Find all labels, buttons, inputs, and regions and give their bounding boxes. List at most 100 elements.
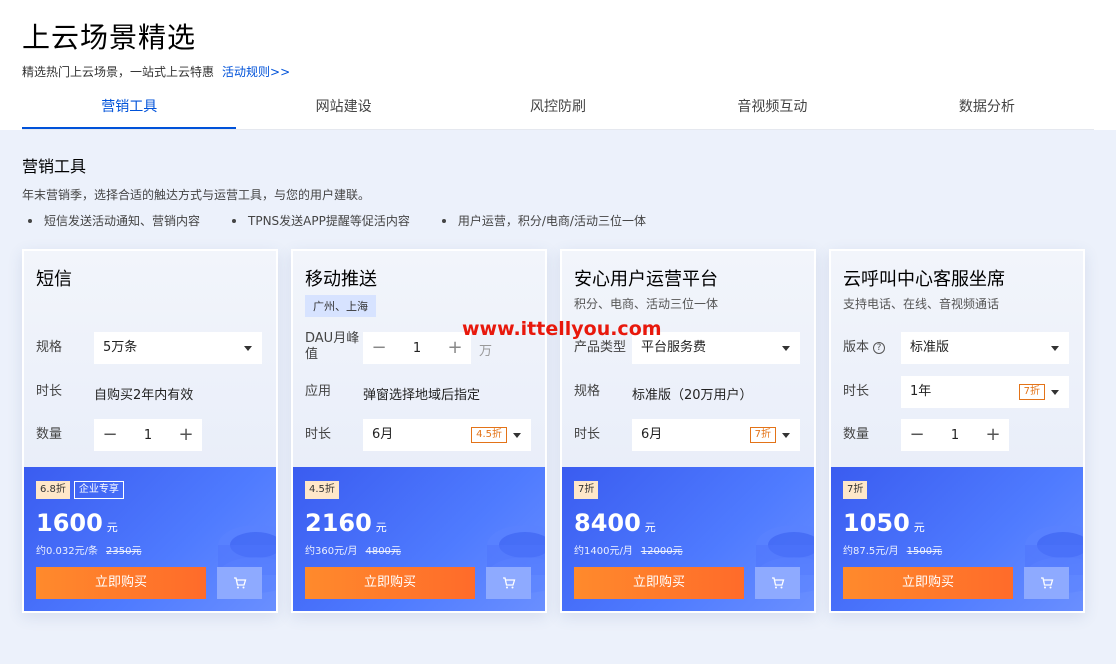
dau-label: DAU月峰值 — [305, 331, 360, 362]
card-subtitle: 支持电话、在线、音视频通话 — [843, 297, 1000, 311]
tab-marketing-tools[interactable]: 营销工具 — [22, 92, 237, 129]
discount-badge: 6.8折 — [36, 481, 70, 499]
spec-select-value: 5万条 — [103, 340, 138, 355]
enterprise-badge: 企业专享 — [73, 481, 124, 499]
per-price: 约360元/月 — [305, 546, 358, 557]
watermark-text: www.ittellyou.com — [462, 318, 662, 340]
tab-data-analysis[interactable]: 数据分析 — [880, 92, 1094, 129]
card-title: 云呼叫中心客服坐席 — [843, 269, 1005, 290]
header-area: 上云场景精选 精选热门上云场景，一站式上云特惠 活动规则>> 营销工具 网站建设 … — [0, 0, 1116, 130]
unit-price: 约0.032元/条 2350元 — [36, 542, 141, 557]
app-label: 应用 — [305, 384, 332, 399]
duration-label: 时长 — [574, 427, 601, 442]
duration-select-value: 1年 — [910, 384, 932, 399]
bullet-item: 短信发送活动通知、营销内容 — [22, 212, 200, 229]
price-value: 2160 — [305, 509, 372, 537]
bullet-item: 用户运营，积分/电商/活动三位一体 — [436, 212, 646, 229]
add-to-cart-button[interactable] — [486, 567, 531, 599]
buy-now-button[interactable]: 立即购买 — [305, 567, 475, 599]
duration-select[interactable]: 6月 4.5折 — [363, 419, 531, 451]
chevron-down-icon — [782, 346, 790, 351]
chevron-down-icon — [1051, 346, 1059, 351]
quantity-value[interactable]: 1 — [126, 428, 170, 443]
dau-value[interactable]: 1 — [395, 341, 439, 356]
product-card-user-ops: 安心用户运营平台 积分、电商、活动三位一体 产品类型 平台服务费 规格 标准版（… — [560, 249, 816, 613]
card-price-panel: 7折 1050 元 约87.5元/月 1500元 立即购买 — [831, 467, 1083, 611]
cart-icon — [502, 577, 515, 589]
unit-price: 约360元/月 4800元 — [305, 542, 401, 557]
price: 1600 元 — [36, 509, 118, 537]
tab-audio-video[interactable]: 音视频互动 — [665, 92, 879, 129]
original-price: 2350元 — [106, 546, 142, 557]
duration-label: 时长 — [843, 384, 870, 399]
price-value: 8400 — [574, 509, 641, 537]
scene-tabs: 营销工具 网站建设 风控防刷 音视频互动 数据分析 — [22, 92, 1094, 130]
price-unit: 元 — [644, 521, 656, 534]
card-title: 移动推送 — [305, 269, 377, 290]
price: 2160 元 — [305, 509, 387, 537]
buy-now-button[interactable]: 立即购买 — [843, 567, 1013, 599]
dau-unit: 万 — [479, 344, 493, 359]
price-unit: 元 — [913, 521, 925, 534]
spec-select[interactable]: 5万条 — [94, 332, 262, 364]
version-select[interactable]: 标准版 — [901, 332, 1069, 364]
quantity-value[interactable]: 1 — [933, 428, 977, 443]
minus-button[interactable]: − — [901, 419, 933, 451]
original-price: 12000元 — [640, 546, 683, 557]
product-card-call-center: 云呼叫中心客服坐席 支持电话、在线、音视频通话 版本? 标准版 时长 1年 7折… — [829, 249, 1085, 613]
duration-label: 时长 — [305, 427, 332, 442]
chevron-down-icon — [1051, 390, 1059, 395]
card-price-panel: 7折 8400 元 约1400元/月 12000元 立即购买 — [562, 467, 814, 611]
card-config: 短信 规格 5万条 时长 自购买2年内有效 数量 − 1 + — [24, 251, 276, 467]
unit-price: 约87.5元/月 1500元 — [843, 542, 942, 557]
plus-button[interactable]: + — [977, 419, 1009, 451]
page-subtitle: 精选热门上云场景，一站式上云特惠 活动规则>> — [22, 63, 290, 80]
duration-select-value: 6月 — [372, 427, 394, 442]
card-subtitle: 积分、电商、活动三位一体 — [574, 297, 719, 311]
duration-discount-tag: 7折 — [1018, 384, 1045, 400]
chevron-down-icon — [782, 433, 790, 438]
discount-badge: 7折 — [574, 481, 599, 499]
quantity-stepper: − 1 + — [94, 419, 202, 451]
duration-discount-tag: 4.5折 — [471, 427, 507, 443]
quantity-label: 数量 — [843, 427, 870, 442]
product-card-sms: 短信 规格 5万条 时长 自购买2年内有效 数量 − 1 + 6.8折 企业专享… — [22, 249, 278, 613]
duration-select[interactable]: 6月 7折 — [632, 419, 800, 451]
badge-row: 7折 — [574, 481, 599, 499]
buy-now-button[interactable]: 立即购买 — [36, 567, 206, 599]
duration-select[interactable]: 1年 7折 — [901, 376, 1069, 408]
tab-risk-control[interactable]: 风控防刷 — [451, 92, 665, 129]
price: 1050 元 — [843, 509, 925, 537]
tab-website-building[interactable]: 网站建设 — [236, 92, 450, 129]
minus-button[interactable]: − — [94, 419, 126, 451]
help-icon[interactable]: ? — [873, 342, 886, 354]
badge-row: 4.5折 — [305, 481, 339, 499]
cart-icon — [1040, 577, 1053, 589]
add-to-cart-button[interactable] — [755, 567, 800, 599]
price-value: 1050 — [843, 509, 910, 537]
version-label-text: 版本 — [843, 340, 870, 355]
quantity-label: 数量 — [36, 427, 63, 442]
duration-discount-tag: 7折 — [749, 427, 776, 443]
activity-rules-link[interactable]: 活动规则>> — [222, 65, 290, 79]
badge-row: 7折 — [843, 481, 868, 499]
plus-button[interactable]: + — [170, 419, 202, 451]
discount-badge: 4.5折 — [305, 481, 339, 499]
add-to-cart-button[interactable] — [217, 567, 262, 599]
minus-button[interactable]: − — [363, 332, 395, 364]
page-title: 上云场景精选 — [22, 21, 197, 54]
duration-select-value: 6月 — [641, 427, 663, 442]
buy-now-button[interactable]: 立即购买 — [574, 567, 744, 599]
cart-icon — [771, 577, 784, 589]
product-type-label: 产品类型 — [574, 340, 627, 355]
spec-value: 标准版（20万用户） — [632, 388, 753, 403]
duration-value: 自购买2年内有效 — [94, 388, 194, 403]
unit-price: 约1400元/月 12000元 — [574, 542, 683, 557]
duration-label: 时长 — [36, 384, 63, 399]
version-label: 版本? — [843, 340, 886, 356]
add-to-cart-button[interactable] — [1024, 567, 1069, 599]
product-type-value: 平台服务费 — [641, 340, 707, 355]
per-price: 约1400元/月 — [574, 546, 633, 557]
version-select-value: 标准版 — [910, 340, 950, 355]
app-value: 弹窗选择地域后指定 — [363, 388, 481, 403]
